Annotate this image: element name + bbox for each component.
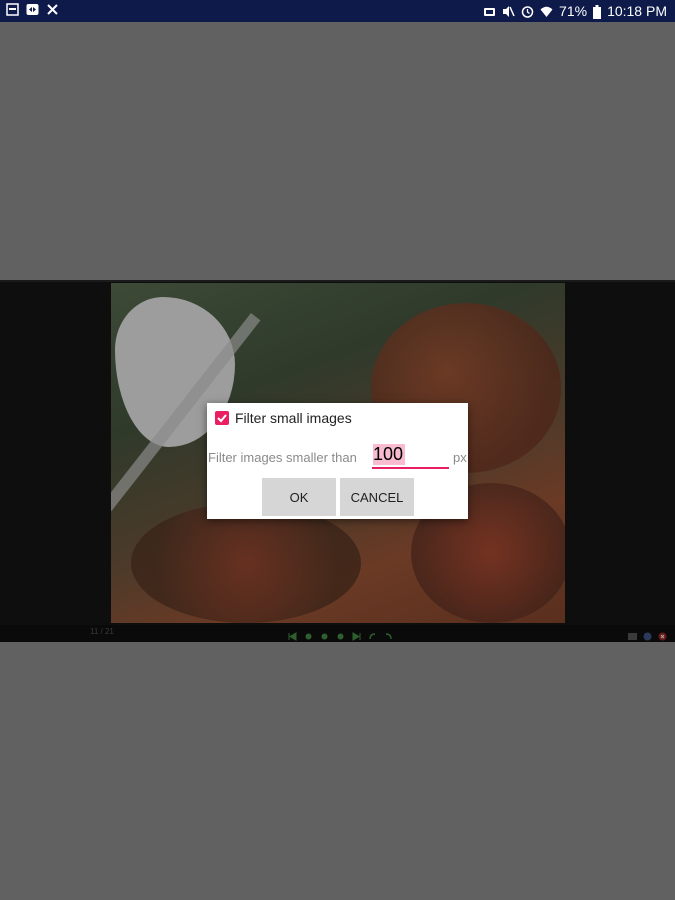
info-icon[interactable] — [643, 628, 652, 641]
mute-icon — [502, 5, 515, 18]
rotate-left-icon[interactable] — [368, 628, 377, 640]
gallery-icon[interactable] — [628, 628, 637, 640]
filter-small-images-checkbox[interactable] — [215, 411, 229, 425]
battery-icon — [593, 4, 602, 19]
prev-icon[interactable] — [304, 628, 313, 640]
ok-button[interactable]: OK — [262, 478, 336, 516]
battery-percent: 71% — [559, 3, 588, 19]
size-input-value[interactable]: 100 — [373, 444, 403, 465]
viewer-controls: 11 / 21 — [0, 625, 675, 642]
next-icon[interactable] — [336, 628, 345, 640]
rotate-right-icon[interactable] — [384, 628, 393, 640]
play-icon[interactable] — [320, 628, 329, 640]
checkbox-label: Filter small images — [235, 410, 352, 426]
close-icon[interactable] — [658, 628, 667, 641]
cancel-button[interactable]: CANCEL — [340, 478, 414, 516]
status-bar: 71% 10:18 PM — [0, 0, 675, 22]
filter-small-images-row[interactable]: Filter small images — [215, 410, 352, 426]
last-icon[interactable] — [352, 628, 361, 641]
screenshot-icon — [6, 3, 19, 16]
checkmark-icon — [217, 414, 227, 423]
nfc-icon — [483, 5, 496, 18]
photo-foliage — [131, 503, 361, 623]
first-icon[interactable] — [288, 628, 297, 641]
wifi-icon — [540, 5, 553, 18]
unit-label: px — [453, 450, 467, 465]
divider — [0, 280, 675, 282]
filter-size-row: Filter images smaller than 100 px — [207, 443, 468, 469]
filter-size-label: Filter images smaller than — [208, 450, 357, 465]
image-counter: 11 / 21 — [90, 627, 114, 636]
vpn-icon — [26, 3, 39, 16]
notification-x-icon — [46, 3, 59, 16]
filter-dialog: Filter small images Filter images smalle… — [207, 403, 468, 519]
alarm-icon — [521, 5, 534, 18]
clock: 10:18 PM — [607, 3, 667, 19]
